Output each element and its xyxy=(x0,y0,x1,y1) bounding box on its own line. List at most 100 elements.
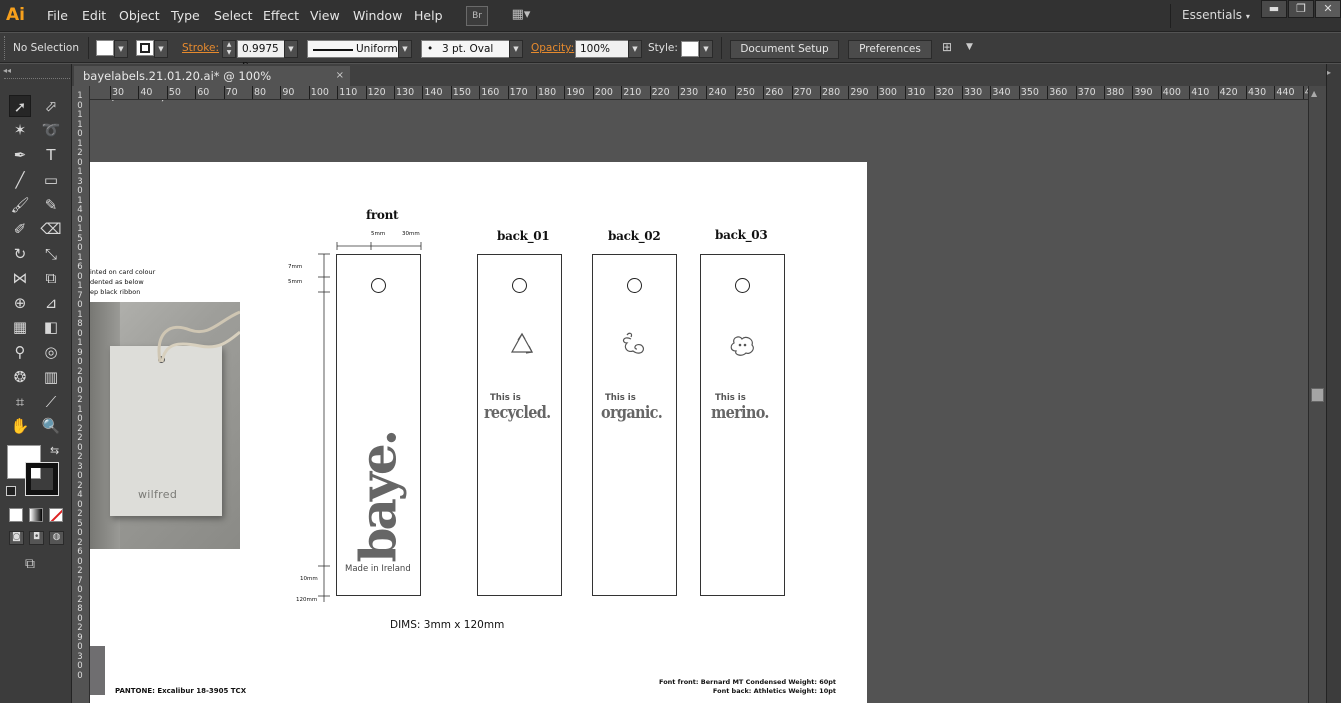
eraser-tool-icon[interactable]: ⌫ xyxy=(40,218,62,240)
ruler-tick-label: 1 xyxy=(77,309,83,320)
gradient-mode-icon[interactable] xyxy=(29,508,43,522)
color-mode-icon[interactable] xyxy=(9,508,23,522)
scroll-up-icon[interactable]: ▲ xyxy=(1311,89,1317,98)
symbol-sprayer-tool-icon[interactable]: ❂ xyxy=(9,366,31,388)
hand-tool-icon[interactable]: ✋ xyxy=(9,415,31,437)
fill-dropdown-arrow[interactable]: ▼ xyxy=(114,40,128,58)
stroke-label[interactable]: Stroke: xyxy=(182,42,219,54)
none-mode-icon[interactable] xyxy=(49,508,63,522)
direct-selection-tool-icon[interactable]: ⬀ xyxy=(40,95,62,117)
control-panel-menu-icon[interactable]: ▼ xyxy=(966,42,973,52)
ruler-tick-label: 1 xyxy=(77,195,83,206)
swap-fill-stroke-icon[interactable]: ⇆ xyxy=(50,444,59,457)
menu-view[interactable]: View xyxy=(310,8,340,23)
menu-edit[interactable]: Edit xyxy=(82,8,106,23)
blend-tool-icon[interactable]: ◎ xyxy=(40,341,62,363)
ruler-tick-label: 2 xyxy=(77,537,83,548)
stroke-dropdown-arrow[interactable]: ▼ xyxy=(154,40,168,58)
gradient-tool-icon[interactable]: ◧ xyxy=(40,316,62,338)
close-tab-icon[interactable]: × xyxy=(336,66,344,86)
menu-effect[interactable]: Effect xyxy=(263,8,299,23)
pencil-tool-icon[interactable]: ✎ xyxy=(40,194,62,216)
menu-object[interactable]: Object xyxy=(119,8,160,23)
menu-type[interactable]: Type xyxy=(171,8,200,23)
back2-tag[interactable]: This is organic. xyxy=(592,254,677,596)
shape-builder-tool-icon[interactable]: ⊕ xyxy=(9,292,31,314)
bridge-button[interactable]: Br xyxy=(466,6,488,26)
paintbrush-tool-icon[interactable]: 🖌 xyxy=(9,194,31,216)
zoom-tool-icon[interactable]: 🔍 xyxy=(40,415,62,437)
front-tag[interactable]: baye. Made in Ireland xyxy=(336,254,421,596)
back1-tag[interactable]: This is recycled. xyxy=(477,254,562,596)
rotate-tool-icon[interactable]: ↻ xyxy=(9,243,31,265)
default-colors-icon[interactable] xyxy=(6,486,16,496)
screen-mode-icon[interactable]: ⧉ xyxy=(25,556,35,572)
variable-width-profile[interactable]: Uniform xyxy=(307,40,399,58)
brush-dropdown-arrow[interactable]: ▼ xyxy=(509,40,523,58)
fill-swatch[interactable] xyxy=(96,40,114,56)
brush-definition[interactable]: • 3 pt. Oval xyxy=(421,40,510,58)
expand-panels-icon[interactable]: ▸ xyxy=(1327,68,1331,77)
blob-brush-tool-icon[interactable]: ✐ xyxy=(9,218,31,240)
close-window-button[interactable]: ✕ xyxy=(1315,0,1341,18)
type-tool-icon[interactable]: T xyxy=(40,144,62,166)
rectangle-tool-icon[interactable]: ▭ xyxy=(40,169,62,191)
stroke-weight-input[interactable]: 0.9975 p xyxy=(237,40,285,71)
ruler-tick-label: 200 xyxy=(592,86,613,99)
menu-window[interactable]: Window xyxy=(353,8,402,23)
opacity-dropdown-arrow[interactable]: ▼ xyxy=(628,40,642,58)
document-setup-button[interactable]: Document Setup xyxy=(730,40,839,59)
draw-behind-icon[interactable]: ◘ xyxy=(29,531,44,545)
graphic-style-swatch[interactable] xyxy=(681,41,699,57)
ruler-tick-label: 140 xyxy=(422,86,443,99)
scrollbar-thumb[interactable] xyxy=(1311,388,1324,402)
vertical-scrollbar[interactable]: ▲ xyxy=(1308,86,1326,703)
preferences-button[interactable]: Preferences xyxy=(848,40,932,59)
restore-button[interactable]: ❐ xyxy=(1288,0,1314,18)
ruler-tick-label: 1 xyxy=(77,224,83,234)
document-tab[interactable]: bayelabels.21.01.20.ai* @ 100% (RGB/Prev… xyxy=(74,66,350,103)
tag-hole xyxy=(627,278,642,293)
ruler-tick-label: 250 xyxy=(734,86,755,99)
slice-tool-icon[interactable]: ⟋ xyxy=(40,391,62,413)
free-transform-tool-icon[interactable]: ⧉ xyxy=(40,267,62,289)
arrange-documents-icon[interactable]: ▦▾ xyxy=(506,6,536,26)
artboard-tool-icon[interactable]: ⌗ xyxy=(9,391,31,413)
scale-tool-icon[interactable]: ⤡ xyxy=(40,243,62,265)
column-graph-tool-icon[interactable]: ▥ xyxy=(40,366,62,388)
pen-tool-icon[interactable]: ✒ xyxy=(9,144,31,166)
line-tool-icon[interactable]: ╱ xyxy=(9,169,31,191)
opacity-label[interactable]: Opacity: xyxy=(531,42,574,54)
align-options-icon[interactable]: ⊞ xyxy=(942,40,962,58)
stroke-swatch[interactable] xyxy=(136,40,154,56)
minimize-button[interactable]: ▬ xyxy=(1261,0,1287,18)
stroke-weight-dropdown[interactable]: ▼ xyxy=(284,40,298,58)
dim-120mm: 120mm xyxy=(296,597,318,603)
ruler-tick-label: 400 xyxy=(1160,86,1181,99)
style-dropdown-arrow[interactable]: ▼ xyxy=(699,40,713,58)
font-front-note: Font front: Bernard MT Condensed Weight:… xyxy=(659,678,836,686)
ruler-tick-label: 8 xyxy=(77,319,83,329)
collapse-panel-icon[interactable]: ◂◂ xyxy=(3,66,11,75)
ruler-tick-label: 0 xyxy=(77,556,83,567)
width-tool-icon[interactable]: ⋈ xyxy=(9,267,31,289)
magic-wand-tool-icon[interactable]: ✶ xyxy=(9,119,31,141)
profile-dropdown-arrow[interactable]: ▼ xyxy=(398,40,412,58)
perspective-grid-tool-icon[interactable]: ⊿ xyxy=(40,292,62,314)
back2-title: back_02 xyxy=(608,229,661,243)
stroke-weight-stepper[interactable]: ▲ ▼ xyxy=(222,40,236,58)
back3-tag[interactable]: This is merino. xyxy=(700,254,785,596)
menu-help[interactable]: Help xyxy=(414,8,443,23)
menu-file[interactable]: File xyxy=(47,8,68,23)
workspace-switcher[interactable]: Essentials ▾ xyxy=(1182,8,1250,22)
stroke-color-box[interactable] xyxy=(25,462,59,496)
menu-select[interactable]: Select xyxy=(214,8,253,23)
draw-inside-icon[interactable]: ◍ xyxy=(49,531,64,545)
lasso-tool-icon[interactable]: ➰ xyxy=(40,119,62,141)
artboard[interactable]: inted on card colour dented as below ep … xyxy=(90,162,867,703)
selection-tool-icon[interactable]: ➚ xyxy=(9,95,31,117)
opacity-input[interactable]: 100% xyxy=(575,40,629,58)
eyedropper-tool-icon[interactable]: ⚲ xyxy=(9,341,31,363)
draw-normal-icon[interactable]: ◙ xyxy=(9,531,24,545)
mesh-tool-icon[interactable]: ▦ xyxy=(9,316,31,338)
